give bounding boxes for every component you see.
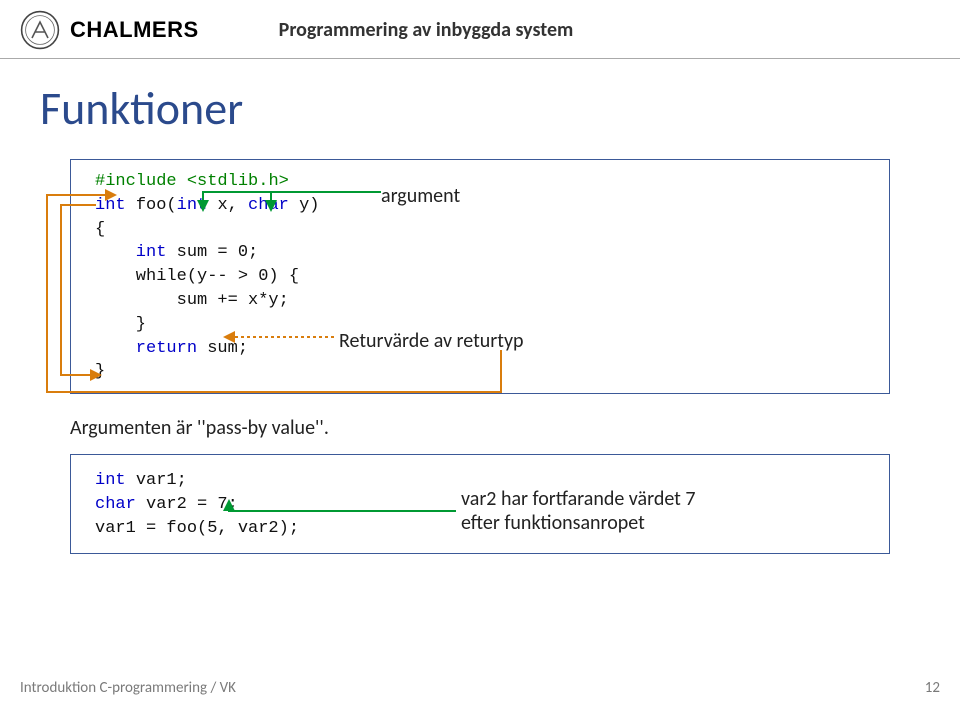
annotation-var2-line2: efter funktionsanropet	[461, 511, 696, 535]
code-token: }	[95, 360, 865, 384]
code-token: <stdlib.h>	[187, 172, 289, 191]
course-title: Programmering av inbyggda system	[279, 18, 574, 42]
slide-header: CHALMERS Programmering av inbyggda syste…	[0, 0, 960, 59]
code-token: sum;	[207, 339, 248, 358]
code-token: var1;	[136, 471, 187, 490]
code-token: int	[95, 471, 136, 490]
code-token: var2 = 7;	[146, 495, 238, 514]
page-number: 12	[925, 679, 940, 697]
code-token: while(y-- > 0) {	[95, 265, 865, 289]
annotation-argument: argument	[381, 182, 460, 210]
code-token: int	[177, 196, 218, 215]
annotation-var2: var2 har fortfarande värdet 7 efter funk…	[461, 487, 696, 535]
code-token: y)	[299, 196, 319, 215]
code-token: int	[95, 196, 136, 215]
slide-footer: Introduktion C-programmering / VK 12	[20, 679, 940, 697]
slide-title: Funktioner	[40, 81, 960, 137]
code-block-call: int var1; char var2 = 7; var1 = foo(5, v…	[70, 454, 890, 554]
footer-left: Introduktion C-programmering / VK	[20, 679, 236, 697]
code-token: int	[95, 243, 177, 262]
annotation-var2-line1: var2 har fortfarande värdet 7	[461, 487, 696, 511]
body-text: Argumenten är ''pass-by value''.	[70, 416, 960, 440]
code-token: x,	[217, 196, 248, 215]
code-token: char	[248, 196, 299, 215]
code-token: sum += x*y;	[95, 289, 865, 313]
chalmers-logo	[20, 10, 60, 50]
code-token: return	[95, 339, 207, 358]
code-token: sum = 0;	[177, 243, 259, 262]
annotation-return: Returvärde av returtyp	[339, 327, 524, 355]
code-token: {	[95, 218, 865, 242]
code-token: foo(	[136, 196, 177, 215]
code-block-function: #include <stdlib.h> int foo(int x, char …	[70, 159, 890, 394]
code-token: char	[95, 495, 146, 514]
code-token: #include	[95, 172, 187, 191]
brand-text: CHALMERS	[70, 17, 199, 43]
